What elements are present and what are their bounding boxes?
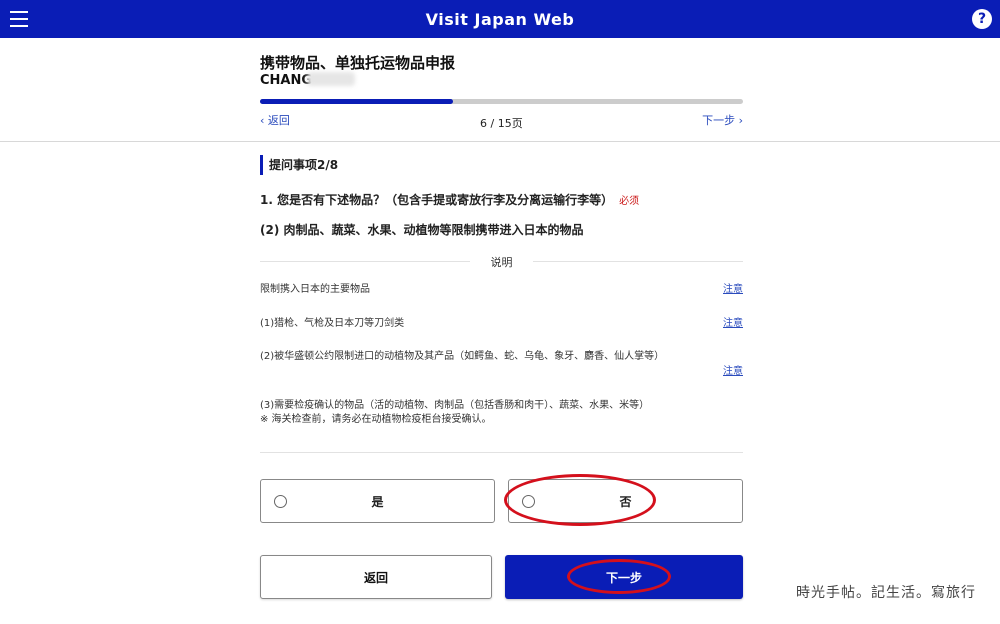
progress-fill — [260, 99, 454, 104]
explanation-row: (3)需要检疫确认的物品（活的动植物、肉制品（包括香肠和肉干）、蔬菜、水果、米等… — [260, 399, 743, 427]
help-icon[interactable]: ? — [972, 9, 992, 29]
explanation-label: 说明 — [490, 256, 513, 269]
prev-page-label: 返回 — [267, 114, 290, 127]
explanation-text: (3)需要检疫确认的物品（活的动植物、肉制品（包括香肠和肉干）、蔬菜、水果、米等… — [260, 400, 650, 411]
hamburger-icon[interactable] — [10, 11, 28, 27]
next-page-link[interactable]: 下一步 › — [702, 112, 743, 128]
chevron-left-icon: ‹ — [260, 114, 268, 127]
page-counter: 6 / 15页 — [480, 117, 523, 130]
explanation-text: (1)猎枪、气枪及日本刀等刀剑类 — [260, 318, 405, 329]
annotation-circle — [504, 474, 656, 526]
explanation-note: ※ 海关检查前，请务必在动植物检疫柜台接受确认。 — [260, 414, 492, 425]
prev-page-link[interactable]: ‹ 返回 — [260, 112, 290, 128]
option-yes-label: 是 — [371, 495, 384, 509]
question-text: 1. 您是否有下述物品？（包含手提或寄放行李及分离运输行李等） 必须 — [260, 191, 639, 208]
option-yes[interactable]: 是 — [260, 479, 495, 523]
explanation-row: (2)被华盛顿公约限制进口的动植物及其产品（如鳄鱼、蛇、乌龟、象牙、麝香、仙人掌… — [260, 350, 743, 377]
back-button[interactable]: 返回 — [260, 555, 492, 599]
top-bar: Visit Japan Web ? — [0, 0, 1000, 38]
progress-bar — [260, 99, 743, 104]
user-name: CHANG — [260, 73, 313, 88]
note-link[interactable]: 注意 — [723, 317, 743, 331]
question-label: 1. 您是否有下述物品？（包含手提或寄放行李及分离运输行李等） — [260, 193, 614, 207]
note-link[interactable]: 注意 — [723, 283, 743, 297]
watermark: 時光手帖。記生活。寫旅行 — [796, 585, 976, 601]
app-title: Visit Japan Web — [425, 9, 575, 29]
explanation-row: (1)猎枪、气枪及日本刀等刀剑类 注意 — [260, 317, 743, 331]
explanation-text: 限制携入日本的主要物品 — [260, 284, 370, 295]
chevron-right-icon: › — [735, 114, 743, 127]
divider — [260, 452, 743, 453]
redacted-name-blur — [307, 72, 355, 86]
page-header: 携带物品、单独托运物品申报 CHANG ‹ 返回 6 / 15页 下一步 › — [0, 38, 1000, 142]
page-title: 携带物品、单独托运物品申报 — [260, 54, 456, 72]
required-badge: 必须 — [619, 196, 640, 207]
section-heading: 提问事项2/8 — [260, 155, 338, 175]
sub-question-text: (2) 肉制品、蔬菜、水果、动植物等限制携带进入日本的物品 — [260, 223, 584, 237]
explanation-row: 限制携入日本的主要物品 注意 — [260, 283, 743, 297]
annotation-circle — [567, 559, 671, 594]
next-page-label: 下一步 — [702, 114, 736, 127]
note-link[interactable]: 注意 — [723, 365, 743, 379]
explanation-text: (2)被华盛顿公约限制进口的动植物及其产品（如鳄鱼、蛇、乌龟、象牙、麝香、仙人掌… — [260, 351, 665, 362]
